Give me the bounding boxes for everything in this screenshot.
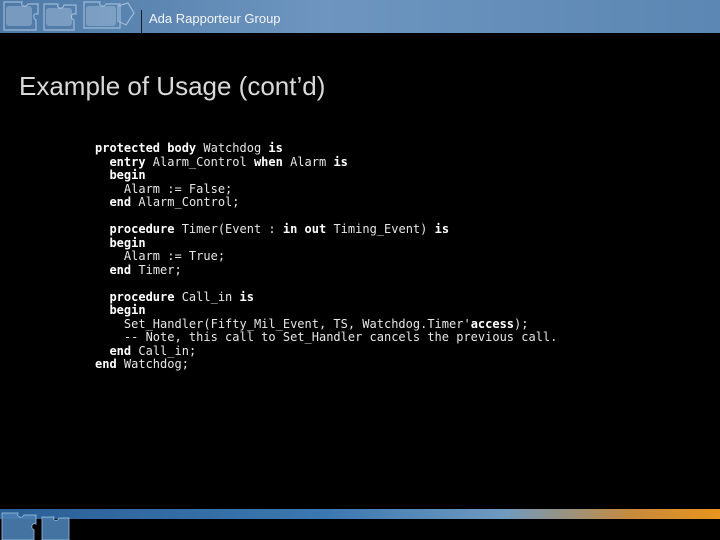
code-text: Timing_Event) bbox=[326, 222, 435, 236]
code-text: Call_in; bbox=[131, 343, 197, 358]
code-keyword: is bbox=[268, 141, 283, 155]
code-keyword: access bbox=[470, 316, 515, 331]
code-text: Set_Handler(Fifty_Mil_Event, TS, Watchdo… bbox=[95, 316, 471, 331]
code-keyword: is bbox=[434, 222, 450, 236]
puzzle-pieces-icon bbox=[1, 512, 70, 540]
code-keyword: procedure bbox=[109, 222, 175, 236]
code-line: -- Note, this call to Set_Handler cancel… bbox=[95, 330, 558, 345]
code-keyword: end bbox=[109, 195, 132, 209]
code-keyword: begin bbox=[109, 303, 146, 317]
code-line: begin bbox=[95, 303, 557, 318]
code-line: begin bbox=[95, 235, 557, 251]
code-text: Call_in bbox=[174, 289, 240, 304]
code-keyword: in out bbox=[282, 222, 327, 236]
code-line: end Timer; bbox=[95, 262, 557, 278]
code-line: end Call_in; bbox=[95, 343, 557, 359]
code-text: Alarm_Control; bbox=[131, 195, 240, 209]
code-line: begin bbox=[95, 168, 557, 183]
code-line: Alarm := True; bbox=[95, 249, 557, 264]
code-text: Timer(Event : bbox=[174, 222, 283, 236]
code-text: Alarm := True; bbox=[95, 249, 226, 263]
code-line: end Alarm_Control; bbox=[95, 195, 557, 210]
code-keyword: end bbox=[95, 357, 117, 371]
code-keyword: procedure bbox=[109, 289, 175, 304]
code-keyword: begin bbox=[109, 235, 146, 250]
code-keyword: end bbox=[109, 343, 132, 358]
code-keyword: is bbox=[333, 154, 348, 169]
code-text: Timer; bbox=[131, 262, 182, 277]
code-text: ); bbox=[514, 316, 529, 331]
code-keyword: end bbox=[109, 262, 132, 277]
code-keyword: protected body bbox=[95, 141, 197, 155]
code-line: end Watchdog; bbox=[95, 357, 557, 372]
header-band: Ada Rapporteur Group bbox=[0, 0, 720, 33]
code-line: entry Alarm_Control when Alarm is bbox=[95, 154, 557, 170]
code-keyword: entry bbox=[109, 154, 146, 169]
code-keyword: when bbox=[253, 154, 283, 169]
code-line: procedure Timer(Event : in out Timing_Ev… bbox=[95, 222, 557, 237]
code-keyword: begin bbox=[109, 168, 146, 182]
header-divider bbox=[141, 10, 142, 33]
group-name: Ada Rapporteur Group bbox=[149, 11, 281, 26]
footer-gradient-bar bbox=[0, 509, 720, 519]
code-line: Set_Handler(Fifty_Mil_Event, TS, Watchdo… bbox=[95, 316, 557, 332]
code-text: Alarm := False; bbox=[95, 181, 233, 196]
code-block: protected body Watchdog is entry Alarm_C… bbox=[95, 141, 558, 372]
code-text: Watchdog bbox=[196, 141, 269, 155]
code-text: -- Note, this call to Set_Handler cancel… bbox=[95, 330, 558, 344]
slide-title: Example of Usage (cont’d) bbox=[19, 71, 326, 101]
code-line: procedure Call_in is bbox=[95, 289, 557, 305]
puzzle-pieces-icon bbox=[3, 1, 135, 31]
code-text: Alarm bbox=[282, 154, 334, 169]
code-keyword: is bbox=[239, 289, 254, 304]
code-text: Alarm_Control bbox=[145, 154, 254, 169]
code-text: Watchdog; bbox=[116, 357, 189, 371]
code-line: protected body Watchdog is bbox=[95, 141, 557, 156]
code-line: Alarm := False; bbox=[95, 181, 557, 197]
